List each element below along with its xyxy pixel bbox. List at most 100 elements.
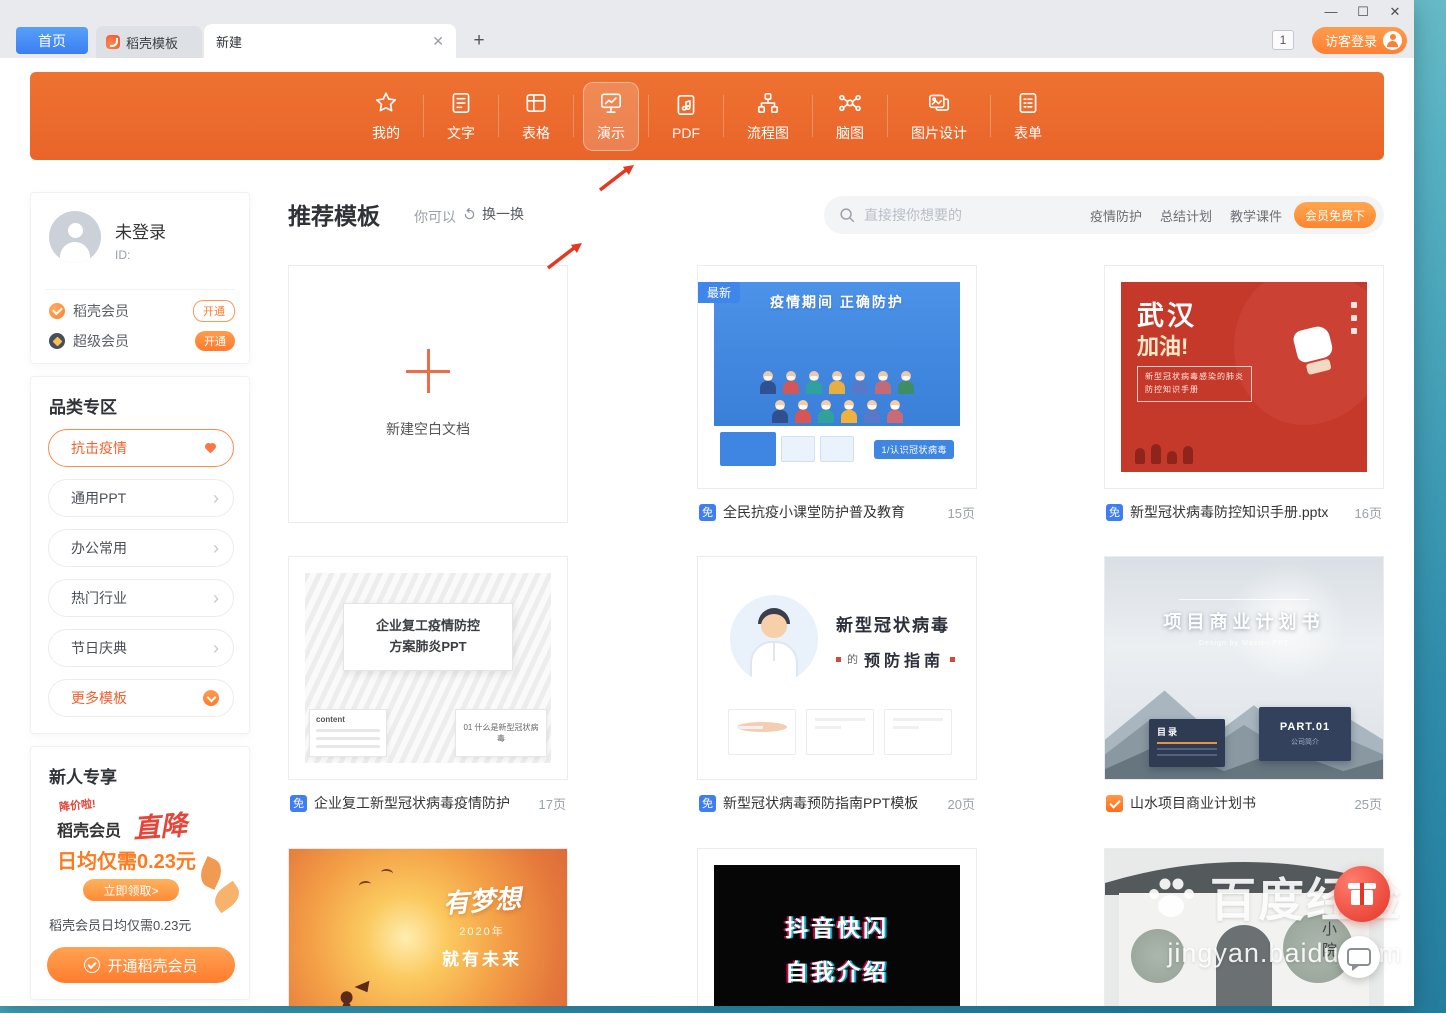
close-tab-icon[interactable]: ✕ — [432, 33, 444, 50]
chat-icon — [1347, 948, 1371, 966]
banner-item-flowchart[interactable]: 流程图 — [733, 82, 803, 151]
leaf-decoration — [196, 856, 226, 890]
gift-float-button[interactable] — [1334, 866, 1390, 922]
chevron-right-icon: › — [213, 489, 219, 507]
poster-chip: 1/认识冠状病毒 — [874, 440, 954, 459]
poster-title: 项目商业计划书 — [1105, 608, 1383, 634]
template-title: 新型冠状病毒防控知识手册.pptx — [1130, 502, 1328, 522]
search-tag[interactable]: 教学课件 — [1230, 206, 1282, 225]
category-label: 节日庆典 — [71, 638, 127, 658]
shuffle-templates-button[interactable]: 换一换 — [462, 204, 524, 224]
avatar[interactable] — [49, 211, 101, 263]
poster-title: 小院 — [1318, 921, 1339, 963]
open-docer-member-button[interactable]: 开通 — [193, 300, 235, 322]
template-pages: 20页 — [948, 794, 975, 813]
dots-decoration — [1351, 302, 1357, 334]
divider — [45, 289, 235, 290]
category-item-general-ppt[interactable]: 通用PPT › — [48, 479, 234, 517]
banner-item-my[interactable]: 我的 — [358, 82, 414, 151]
plus-icon — [406, 349, 450, 393]
category-item-office[interactable]: 办公常用 › — [48, 529, 234, 567]
category-item-festival[interactable]: 节日庆典 › — [48, 629, 234, 667]
promo-ribbon: 降价啦! — [58, 795, 96, 815]
member-label: 稻壳会员 — [73, 301, 129, 321]
template-card[interactable]: 企业复工疫情防控 方案肺炎PPT content 01 什么是新型冠状病毒 免 … — [288, 556, 568, 813]
banner-item-spreadsheet[interactable]: 表格 — [508, 82, 564, 151]
search-input[interactable] — [862, 206, 1078, 224]
tab-count-badge[interactable]: 1 — [1272, 30, 1294, 50]
heart-icon — [205, 443, 216, 453]
template-poster: 武汉 加油! 新型冠状病毒感染的肺炎 防控知识手册 — [1121, 282, 1367, 472]
template-card[interactable]: 小院 — [1104, 848, 1384, 1006]
image-design-icon — [926, 90, 952, 116]
template-card[interactable]: 新型冠状病毒 的 预防指南 — [697, 556, 977, 813]
banner-item-writer[interactable]: 文字 — [433, 82, 489, 151]
blank-document-card[interactable]: 新建空白文档 — [288, 265, 568, 523]
docer-member-icon — [49, 303, 65, 319]
tab-label: 新建 — [216, 32, 242, 51]
spreadsheet-icon — [523, 90, 549, 116]
banner-label: 脑图 — [836, 123, 864, 143]
open-docer-member-cta-button[interactable]: 开通稻壳会员 — [47, 947, 235, 983]
template-pages: 16页 — [1355, 503, 1382, 522]
mindmap-icon — [837, 90, 863, 116]
new-tab-button[interactable]: + — [466, 28, 492, 54]
poster-subtitle: Design by Master PPT — [1105, 640, 1383, 647]
category-item-more-templates[interactable]: 更多模板 — [48, 679, 234, 717]
home-tab-button[interactable]: 首页 — [16, 27, 88, 54]
cta-label: 开通稻壳会员 — [107, 955, 197, 976]
claim-now-button[interactable]: 立即领取> — [83, 879, 179, 901]
template-card[interactable]: 最新 疫情期间 正确防护 1/认识冠状病毒 — [697, 265, 977, 522]
minimize-icon[interactable]: — — [1322, 4, 1340, 20]
slide-thumb — [820, 436, 854, 462]
close-icon[interactable]: ✕ — [1386, 4, 1404, 20]
chevron-right-icon: › — [213, 639, 219, 657]
category-label: 更多模板 — [71, 688, 127, 708]
user-id-label: ID: — [115, 248, 130, 262]
chevron-right-icon: › — [213, 539, 219, 557]
tab-docer-templates[interactable]: 稻壳模板 — [96, 26, 202, 58]
category-item-epidemic[interactable]: 抗击疫情 — [48, 429, 234, 467]
banner-item-form[interactable]: 表单 — [1000, 82, 1056, 151]
template-card[interactable]: 武汉 加油! 新型冠状病毒感染的肺炎 防控知识手册 免 新型冠状病毒防控知识手册… — [1104, 265, 1384, 522]
divider — [423, 95, 424, 137]
category-label: 热门行业 — [71, 588, 127, 608]
guest-login-button[interactable]: 访客登录 — [1312, 27, 1407, 54]
search-bar[interactable]: 疫情防护 总结计划 教学课件 会员免费下 — [824, 196, 1384, 234]
banner-item-image-design[interactable]: 图片设计 — [897, 82, 981, 151]
divider — [648, 95, 649, 137]
doctor-illustration — [730, 595, 818, 683]
template-caption: 免 新型冠状病毒预防指南PPT模板 20页 — [697, 793, 977, 813]
poster-center-card: 企业复工疫情防控 方案肺炎PPT — [343, 603, 513, 671]
banner-item-presentation[interactable]: 演示 — [583, 82, 639, 151]
category-item-industry[interactable]: 热门行业 › — [48, 579, 234, 617]
banner-label: 我的 — [372, 123, 400, 143]
user-avatar-icon — [1383, 31, 1402, 50]
page-title: 推荐模板 — [288, 197, 380, 231]
crowd-illustration — [714, 381, 960, 394]
search-tag[interactable]: 总结计划 — [1160, 206, 1212, 225]
member-free-download-tag[interactable]: 会员免费下 — [1294, 202, 1376, 228]
promo-brand: 稻壳会员 — [57, 817, 121, 841]
template-card[interactable]: 有梦想 2020年 就有未来 — [288, 848, 568, 1006]
template-card[interactable]: 项目商业计划书 Design by Master PPT 目录 PART.01 … — [1104, 556, 1384, 813]
star-icon — [373, 90, 399, 116]
template-card[interactable]: 抖音快闪 自我介绍 91页自带音乐动画-抖音快闪通用PPT — [697, 848, 977, 1006]
pdf-icon — [673, 92, 699, 118]
tutorial-arrow-presentation — [594, 160, 638, 196]
category-label: 通用PPT — [71, 488, 126, 508]
search-tag[interactable]: 疫情防护 — [1090, 206, 1142, 225]
banner-label: 表格 — [522, 123, 550, 143]
feedback-chat-button[interactable] — [1338, 936, 1380, 978]
divider — [723, 95, 724, 137]
banner-item-pdf[interactable]: PDF — [658, 84, 714, 149]
tab-new-document[interactable]: 新建 ✕ — [204, 24, 456, 58]
slide-thumb — [781, 436, 815, 462]
maximize-icon[interactable]: ☐ — [1354, 4, 1372, 20]
banner-item-mindmap[interactable]: 脑图 — [822, 82, 878, 151]
banner-label: 文字 — [447, 123, 475, 143]
form-icon — [1015, 90, 1041, 116]
template-caption: 免 全民抗疫小课堂防护普及教育 15页 — [697, 502, 977, 522]
open-super-member-button[interactable]: 开通 — [195, 331, 235, 351]
slide-thumb: 01 什么是新型冠状病毒 — [455, 709, 547, 757]
